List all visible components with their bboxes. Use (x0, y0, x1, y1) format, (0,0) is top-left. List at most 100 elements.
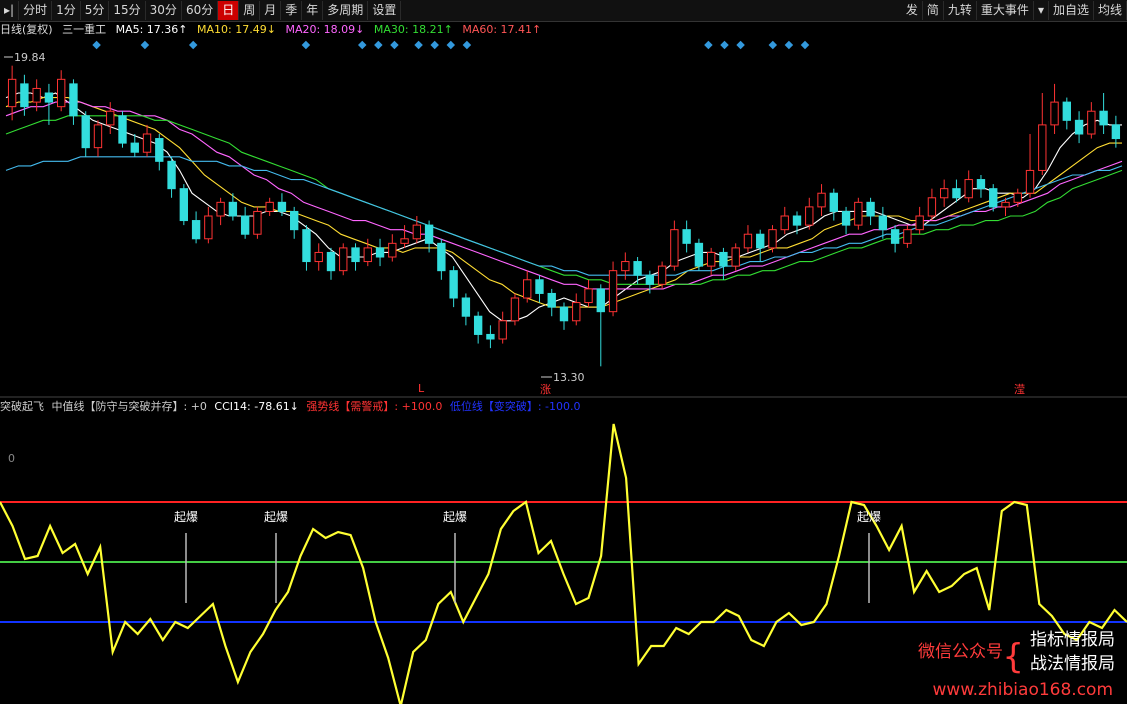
candle-body (915, 215, 924, 231)
candle-body (792, 215, 802, 226)
signal-label: 起爆 (264, 510, 288, 524)
candle-body (167, 160, 176, 190)
mark-l: L (418, 382, 425, 395)
candle-body (461, 297, 471, 317)
candle-body (277, 201, 287, 212)
candle-body (1001, 201, 1010, 208)
candle-body (706, 251, 716, 267)
candle-body (437, 242, 446, 272)
candle-body (240, 215, 250, 235)
signal-diamond (92, 40, 101, 50)
signal-diamond (374, 40, 383, 50)
candle-body (106, 110, 115, 126)
candle-body (216, 201, 225, 217)
signal-diamond (414, 40, 423, 50)
candle-body (805, 206, 814, 226)
watermark-line1: 指标情报局 (1030, 630, 1115, 650)
candle-body (265, 201, 274, 212)
candle-body (20, 83, 29, 108)
signal-diamond (704, 40, 713, 50)
candle-body (829, 192, 838, 212)
watermark-line2: 战法情报局 (1030, 654, 1115, 674)
candle-body (756, 233, 765, 249)
indicator-pane: 起爆 起爆 起爆 起爆 (0, 423, 1127, 704)
candle-body (412, 224, 422, 240)
candle-body (1087, 110, 1096, 135)
signal-diamond (188, 40, 198, 50)
candle-body (118, 115, 127, 144)
candle-body (400, 238, 409, 244)
candle-body (878, 215, 888, 231)
candle-body (69, 83, 78, 117)
candle-body (1074, 119, 1084, 135)
signal-diamond (768, 40, 778, 50)
candle-body (179, 188, 189, 222)
candle-body (314, 251, 323, 263)
ma-line-ma5 (5, 92, 1122, 322)
candle-body (473, 315, 483, 335)
price-pane (4, 40, 1123, 378)
chart-canvas[interactable]: 起爆 起爆 起爆 起爆 0 19.84 13.30 L 涨 滢 (0, 0, 1127, 704)
candle-body (81, 115, 90, 149)
candle-body (547, 292, 556, 308)
candle-body (302, 229, 311, 263)
candle-body (424, 224, 434, 244)
candle-body (155, 138, 164, 162)
candle-body (228, 201, 238, 217)
candle-body (645, 274, 655, 285)
candle-body (841, 210, 851, 226)
candle-body (486, 333, 495, 340)
candle-body (253, 210, 262, 235)
candle-body (890, 229, 900, 244)
signal-diamond (390, 40, 399, 50)
candle-body (535, 279, 544, 294)
candle-body (191, 220, 201, 240)
candle-body (608, 270, 618, 313)
candle-body (817, 192, 826, 208)
signal-diamond (800, 40, 810, 50)
signal-diamond (462, 40, 472, 50)
low-price-label: 13.30 (553, 371, 585, 384)
candle-body (780, 215, 789, 231)
signal-diamond (784, 40, 794, 50)
candle-body (290, 210, 299, 231)
candle-body (584, 288, 593, 304)
candle-body (866, 201, 875, 217)
candle-body (731, 247, 740, 267)
candle-body (596, 288, 605, 313)
candle-body (93, 124, 103, 149)
signal-diamond (736, 40, 745, 50)
signal-label: 起爆 (443, 510, 467, 524)
candle-body (44, 92, 54, 103)
high-price-label: 19.84 (14, 51, 46, 64)
signal-diamond (358, 40, 367, 50)
candle-body (204, 215, 213, 240)
candle-body (1025, 169, 1035, 194)
candle-body (57, 78, 66, 108)
mark-zhang: 涨 (540, 383, 551, 396)
watermark-url: www.zhibiao168.com (932, 680, 1113, 700)
candle-body (976, 179, 986, 190)
candle-body (670, 229, 679, 267)
candle-body (375, 247, 385, 258)
candle-body (768, 229, 777, 249)
candle-body (952, 188, 961, 199)
candle-body (510, 297, 520, 322)
candle-body (559, 306, 569, 322)
candle-body (1099, 110, 1108, 126)
candle-body (130, 142, 139, 153)
signal-diamond (301, 40, 311, 50)
candle-body (939, 188, 949, 199)
candle-body (1013, 192, 1022, 203)
candle-body (32, 87, 41, 103)
candle-body (657, 265, 667, 285)
signal-diamond (446, 40, 456, 50)
candle-body (694, 242, 704, 267)
candle-body (572, 302, 581, 322)
candle-body (964, 179, 973, 199)
candle-body (339, 247, 348, 272)
candle-body (1111, 124, 1121, 140)
mark-ying: 滢 (1014, 383, 1025, 396)
candle-body (927, 197, 937, 217)
candle-body (621, 261, 630, 272)
